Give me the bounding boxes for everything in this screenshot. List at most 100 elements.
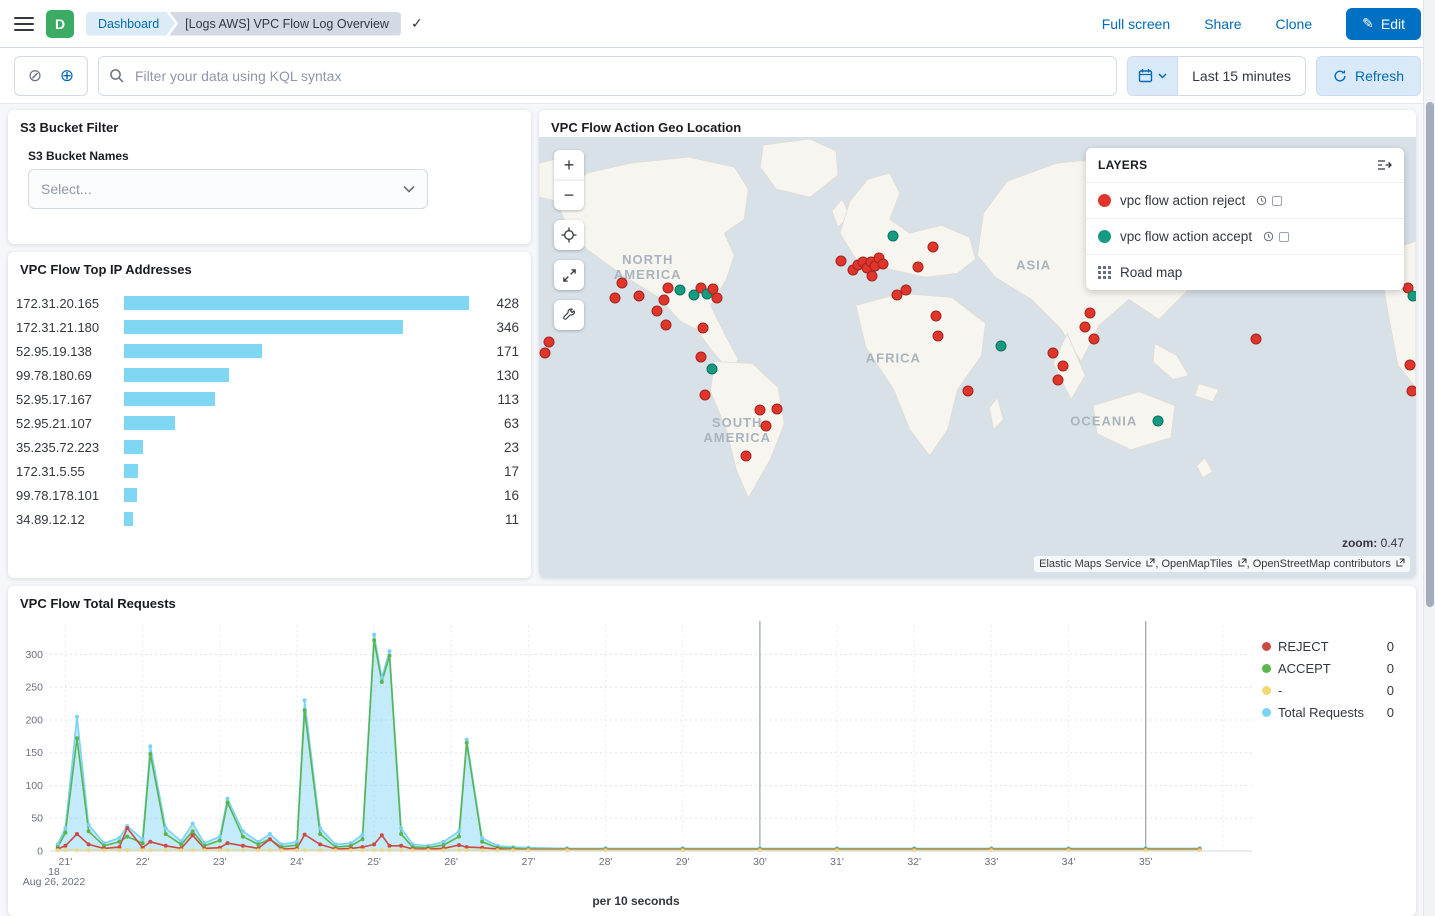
share-link[interactable]: Share	[1204, 16, 1241, 32]
ip-bar[interactable]	[124, 512, 133, 526]
world-map[interactable]: NORTH AMERICASOUTH AMERICAAFRICAASIAOCEA…	[539, 137, 1416, 578]
legend-item[interactable]: ACCEPT0	[1262, 657, 1394, 679]
geo-point-accept[interactable]	[706, 364, 717, 375]
kql-search-box[interactable]	[98, 56, 1117, 96]
geo-point-reject[interactable]	[661, 320, 672, 331]
attribution-link[interactable]: OpenMapTiles	[1161, 558, 1246, 570]
ip-bar-row[interactable]: 52.95.17.167113	[16, 387, 519, 411]
ip-bar[interactable]	[124, 392, 215, 406]
geo-point-reject[interactable]	[543, 336, 554, 347]
attribution-link[interactable]: OpenStreetMap contributors	[1253, 558, 1405, 570]
ip-bar-row[interactable]: 172.31.5.5517	[16, 459, 519, 483]
ip-bar-row[interactable]: 34.89.12.1211	[16, 507, 519, 531]
page-scrollbar[interactable]	[1423, 0, 1435, 916]
edit-button[interactable]: ✎ Edit	[1346, 8, 1421, 40]
ip-bar[interactable]	[124, 320, 403, 334]
geo-point-reject[interactable]	[617, 277, 628, 288]
geo-point-reject[interactable]	[740, 450, 751, 461]
legend-item[interactable]: Total Requests0	[1262, 701, 1394, 723]
ip-bar-row[interactable]: 99.78.180.69130	[16, 363, 519, 387]
geo-point-reject[interactable]	[1084, 307, 1095, 318]
clone-link[interactable]: Clone	[1276, 16, 1313, 32]
geo-point-reject[interactable]	[1080, 321, 1091, 332]
ip-bar[interactable]	[124, 416, 175, 430]
geo-point-reject[interactable]	[633, 291, 644, 302]
set-view-crosshair-button[interactable]	[554, 220, 584, 250]
add-filter-icon[interactable]: ⊕	[51, 60, 83, 92]
geo-point-reject[interactable]	[931, 310, 942, 321]
geo-point-reject[interactable]	[962, 386, 973, 397]
ip-bar-row[interactable]: 99.78.178.10116	[16, 483, 519, 507]
legend-item[interactable]: -0	[1262, 679, 1394, 701]
geo-point-reject[interactable]	[696, 351, 707, 362]
geo-point-reject[interactable]	[610, 292, 621, 303]
geo-point-accept[interactable]	[996, 340, 1007, 351]
geo-point-reject[interactable]	[900, 285, 911, 296]
geo-point-reject[interactable]	[1089, 333, 1100, 344]
ip-bar-row[interactable]: 35.235.72.22323	[16, 435, 519, 459]
geo-point-reject[interactable]	[927, 242, 938, 253]
ip-bar[interactable]	[124, 488, 137, 502]
geo-point-reject[interactable]	[662, 283, 673, 294]
s3-bucket-select[interactable]: Select...	[28, 169, 428, 209]
geo-point-reject[interactable]	[771, 403, 782, 414]
scrollbar-thumb[interactable]	[1426, 102, 1434, 607]
geo-point-reject[interactable]	[697, 322, 708, 333]
refresh-button[interactable]: Refresh	[1316, 56, 1421, 96]
geo-point-reject[interactable]	[933, 331, 944, 342]
geo-point-reject[interactable]	[1053, 375, 1064, 386]
breadcrumb-dashboard[interactable]: Dashboard	[86, 12, 175, 36]
zoom-out-button[interactable]: −	[554, 180, 584, 210]
ip-bar-row[interactable]: 52.95.19.138171	[16, 339, 519, 363]
kql-search-input[interactable]	[133, 67, 1106, 85]
geo-point-accept[interactable]	[1408, 291, 1416, 302]
legend-item[interactable]: REJECT0	[1262, 635, 1394, 657]
legend-color-dot	[1262, 686, 1271, 695]
ip-bar-row[interactable]: 172.31.21.180346	[16, 315, 519, 339]
geo-point-reject[interactable]	[1047, 347, 1058, 358]
ip-bar[interactable]	[124, 344, 262, 358]
geo-point-reject[interactable]	[652, 306, 663, 317]
geo-point-reject[interactable]	[755, 404, 766, 415]
ip-bar[interactable]	[124, 368, 229, 382]
ip-bar-row[interactable]: 172.31.20.165428	[16, 291, 519, 315]
layer-row[interactable]: Road map	[1086, 255, 1404, 290]
ip-address-label: 172.31.20.165	[16, 296, 124, 311]
time-range-button[interactable]: Last 15 minutes	[1178, 57, 1305, 95]
geo-point-reject[interactable]	[1406, 386, 1416, 397]
layer-checkbox[interactable]	[1279, 232, 1289, 242]
layer-row[interactable]: vpc flow action reject	[1086, 183, 1404, 219]
map-tools-button[interactable]	[554, 300, 584, 330]
expand-map-button[interactable]	[554, 260, 584, 290]
ip-bar-row[interactable]: 52.95.21.10763	[16, 411, 519, 435]
geo-point-reject[interactable]	[540, 347, 551, 358]
geo-point-reject[interactable]	[699, 390, 710, 401]
geo-point-reject[interactable]	[761, 420, 772, 431]
calendar-button[interactable]	[1128, 57, 1178, 95]
full-screen-link[interactable]: Full screen	[1102, 16, 1170, 32]
geo-point-reject[interactable]	[659, 295, 670, 306]
geo-point-reject[interactable]	[912, 262, 923, 273]
menu-hamburger-icon[interactable]	[14, 17, 34, 31]
collapse-layers-icon[interactable]	[1377, 159, 1392, 171]
geo-point-reject[interactable]	[1057, 361, 1068, 372]
disable-filters-icon[interactable]: ⊘	[19, 60, 51, 92]
geo-point-reject[interactable]	[877, 259, 888, 270]
geo-point-accept[interactable]	[1153, 415, 1164, 426]
geo-point-reject[interactable]	[867, 271, 878, 282]
geo-point-accept[interactable]	[675, 285, 686, 296]
geo-point-reject[interactable]	[712, 292, 723, 303]
geo-point-reject[interactable]	[835, 256, 846, 267]
ip-bar[interactable]	[124, 296, 469, 310]
geo-point-reject[interactable]	[1404, 360, 1415, 371]
layer-checkbox[interactable]	[1272, 196, 1282, 206]
attribution-link[interactable]: Elastic Maps Service	[1039, 558, 1155, 570]
space-avatar[interactable]: D	[46, 10, 74, 38]
ip-bar[interactable]	[124, 440, 143, 454]
geo-point-reject[interactable]	[1251, 334, 1262, 345]
layer-row[interactable]: vpc flow action accept	[1086, 219, 1404, 255]
ip-bar[interactable]	[124, 464, 138, 478]
total-requests-chart[interactable]: 05010015020025030021'22'23'24'25'26'27'2…	[16, 617, 1256, 887]
zoom-in-button[interactable]: +	[554, 150, 584, 180]
geo-point-accept[interactable]	[888, 231, 899, 242]
